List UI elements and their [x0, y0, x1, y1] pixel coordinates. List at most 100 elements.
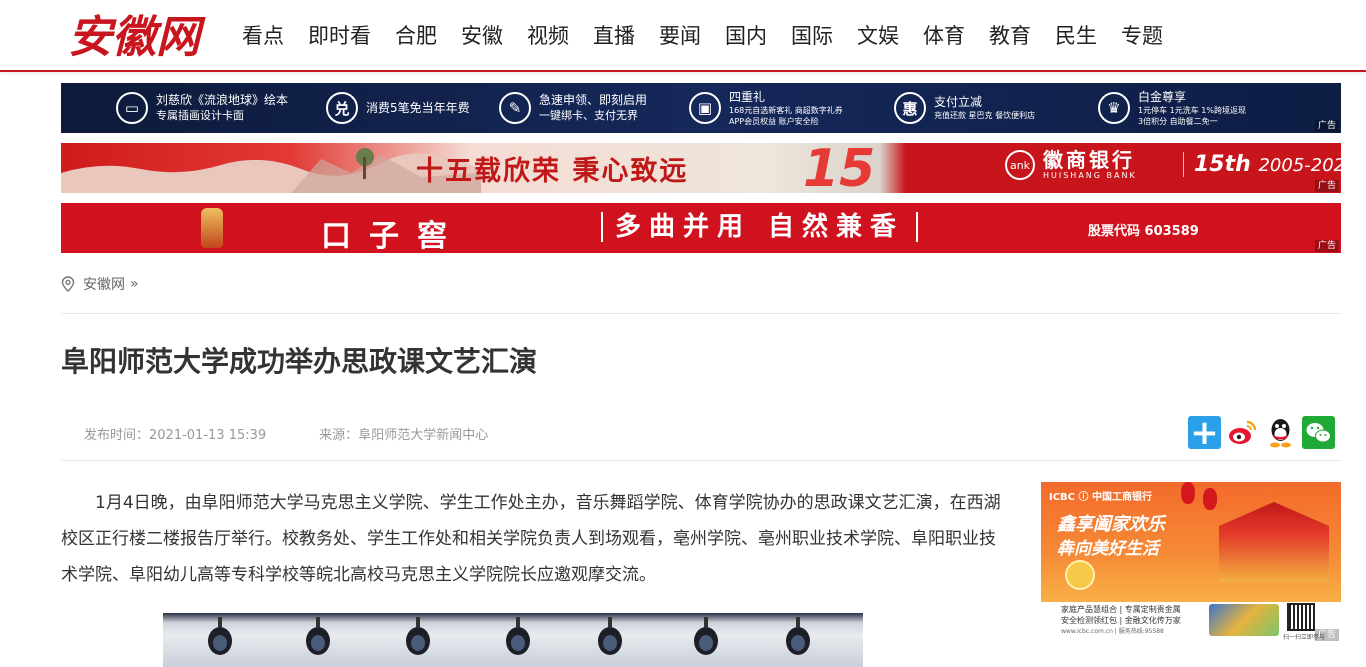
ad3-brand: 口子窖	[321, 219, 465, 253]
ad-banner-huishang-bank[interactable]: 十五载欣荣 秉心致远 15 ank 徽商银行 HUISHANG BANK 15t…	[61, 143, 1341, 193]
ad1-line1: 支付立减	[934, 95, 983, 109]
ad1-line1: 刘慈欣《流浪地球》绘本	[156, 93, 289, 107]
ad2-slogan: 十五载欣荣 秉心致远	[416, 156, 689, 187]
ad-side-icbc[interactable]: ICBC ⓘ 中国工商银行 鑫享阖家欢乐 犇向美好生活 家庭产品慧组合 | 专属…	[1041, 482, 1341, 642]
stage-light-icon	[506, 617, 530, 655]
ad1-sub2: APP会员权益 账户安全险	[729, 116, 819, 126]
nav-item[interactable]: 安徽	[449, 22, 515, 50]
ad1-text: 白金尊享 1元停车 1元洗车 1%跨境返现 3倍积分 自助餐二免一	[1138, 90, 1246, 127]
bank-logo-icon: ank	[1005, 150, 1035, 180]
divider	[61, 460, 1341, 461]
card-icon: ▭	[116, 92, 148, 124]
stage-light-icon	[598, 617, 622, 655]
nav-item[interactable]: 国际	[779, 22, 845, 50]
nav-item[interactable]: 直播	[581, 22, 647, 50]
nav-item[interactable]: 文娱	[845, 22, 911, 50]
nav-item[interactable]: 即时看	[296, 22, 383, 50]
ad1-text: 消费5笔免当年年费	[366, 101, 470, 116]
site-logo[interactable]: 安徽网	[66, 8, 218, 64]
ad1-sub1: 168元自选新客礼 商超数字礼券	[729, 105, 843, 115]
ad-tag: 广告	[1314, 180, 1339, 192]
ad1-sub2: 3倍积分 自助餐二免一	[1138, 116, 1218, 126]
ad1-item: ✎ 急速申领、即刻启用 一键绑卡、支付无界	[499, 83, 647, 133]
qr-code[interactable]	[1287, 603, 1315, 631]
location-pin-icon	[61, 276, 75, 292]
nav-item[interactable]: 民生	[1043, 22, 1109, 50]
ad-banner-kouzijiao[interactable]: 口子窖 多曲并用 自然兼香 股票代码 603589 广告	[61, 203, 1341, 253]
article-photo	[163, 613, 863, 667]
anniversary-label: 15th	[1194, 152, 1251, 177]
ad1-line2: 一键绑卡、支付无界	[539, 109, 638, 122]
weibo-icon[interactable]	[1226, 416, 1259, 449]
crown-icon: ♛	[1098, 92, 1130, 124]
ad1-item: 惠支付立减 充值还款 星巴克 餐饮便利店	[894, 83, 1035, 133]
stage-light-icon	[786, 617, 810, 655]
stage-light-icon	[208, 617, 232, 655]
share-more-icon[interactable]: +	[1188, 416, 1221, 450]
ad1-text: 急速申领、即刻启用 一键绑卡、支付无界	[539, 93, 647, 123]
ad1-line2: 专属插画设计卡面	[156, 109, 244, 122]
nav-item[interactable]: 体育	[911, 22, 977, 50]
ad1-sub1: 1元停车 1元洗车 1%跨境返现	[1138, 105, 1246, 115]
nav-item[interactable]: 教育	[977, 22, 1043, 50]
stage-light-icon	[694, 617, 718, 655]
icbc-logo: ICBC ⓘ 中国工商银行	[1049, 492, 1152, 503]
lantern-icon	[1203, 488, 1217, 510]
breadcrumb: 安徽网 »	[61, 274, 139, 294]
article-title: 阜阳师范大学成功举办思政课文艺汇演	[61, 345, 538, 378]
svg-text:安徽网: 安徽网	[68, 12, 206, 63]
ad1-text: 四重礼 168元自选新客礼 商超数字礼券 APP会员权益 账户安全险	[729, 90, 843, 127]
nav-item[interactable]: 国内	[713, 22, 779, 50]
ad1-text: 刘慈欣《流浪地球》绘本 专属插画设计卡面	[156, 93, 288, 123]
source-value: 阜阳师范大学新闻中心	[358, 428, 489, 443]
ad1-item: ▭ 刘慈欣《流浪地球》绘本 专属插画设计卡面	[116, 83, 288, 133]
nav-item[interactable]: 看点	[230, 22, 296, 50]
ad-tag: 广告	[1314, 120, 1339, 132]
main-nav: 看点 即时看 合肥 安徽 视频 直播 要闻 国内 国际 文娱 体育 教育 民生 专题	[230, 22, 1175, 50]
discount-icon: 惠	[894, 92, 926, 124]
ad-tag: 广告	[1314, 629, 1339, 641]
pen-icon: ✎	[499, 92, 531, 124]
ad1-text: 支付立减 充值还款 星巴克 餐饮便利店	[934, 95, 1035, 121]
ad-tag: 广告	[1314, 240, 1339, 252]
ad-banner-bank-card[interactable]: ♛ 白金尊享 1元停车 1元洗车 1%跨境返现 3倍积分 自助餐二免一惠支付立减 充值还…	[61, 83, 1341, 133]
icbc-foot-line1: 家庭产品慧组合 | 专属定制贵金属	[1061, 605, 1181, 614]
wechat-icon[interactable]	[1302, 416, 1335, 449]
ad1-item: ▣ 四重礼 168元自选新客礼 商超数字礼券 APP会员权益 账户安全险	[689, 83, 843, 133]
site-header: 安徽网 看点 即时看 合肥 安徽 视频 直播 要闻 国内 国际 文娱 体育 教育 民生 专题	[0, 0, 1366, 72]
gate-image	[1219, 502, 1329, 582]
icbc-headline-1: 鑫享阖家欢乐	[1057, 514, 1165, 535]
ad3-stock-code: 股票代码 603589	[1088, 224, 1199, 239]
ad1-item: 兑消费5笔免当年年费	[326, 83, 470, 133]
article-source: 来源：阜阳师范大学新闻中心	[319, 424, 488, 443]
bank-name-en: HUISHANG BANK	[1043, 171, 1137, 180]
nav-item[interactable]: 专题	[1109, 22, 1175, 50]
share-bar: +	[1188, 416, 1335, 450]
publish-value: 2021-01-13 15:39	[149, 428, 267, 443]
breadcrumb-home-link[interactable]: 安徽网	[83, 274, 125, 294]
gift-icon: ▣	[689, 92, 721, 124]
icbc-headline-2: 犇向美好生活	[1057, 539, 1159, 559]
breadcrumb-separator: »	[130, 276, 139, 292]
bank-cards-image	[1209, 604, 1279, 636]
publish-time: 发布时间：2021-01-13 15:39	[84, 424, 266, 443]
ad1-line1: 急速申领、即刻启用	[539, 93, 648, 107]
coin-icon	[1065, 560, 1095, 590]
exchange-icon: 兑	[326, 92, 358, 124]
ad3-slogan: 多曲并用 自然兼香	[601, 212, 919, 242]
qq-icon[interactable]	[1264, 416, 1297, 449]
anniversary-years: 2005-2020	[1258, 155, 1341, 176]
icbc-foot-line2: 安全检测领红包 | 金融文化传万家	[1061, 616, 1181, 625]
stage-light-icon	[406, 617, 430, 655]
nav-item[interactable]: 合肥	[383, 22, 449, 50]
article-body: 1月4日晚，由阜阳师范大学马克思主义学院、学生工作处主办，音乐舞蹈学院、体育学院…	[61, 493, 1001, 585]
divider	[61, 313, 1341, 314]
publish-label: 发布时间：	[84, 428, 150, 443]
article-meta: 发布时间：2021-01-13 15:39 来源：阜阳师范大学新闻中心	[84, 424, 488, 443]
ad1-line1: 白金尊享	[1138, 89, 1187, 104]
ad1-line1: 消费5笔免当年年费	[366, 100, 470, 115]
nav-item[interactable]: 要闻	[647, 22, 713, 50]
ad2-number: 15	[803, 143, 876, 193]
lantern-icon	[1181, 482, 1195, 504]
nav-item[interactable]: 视频	[515, 22, 581, 50]
